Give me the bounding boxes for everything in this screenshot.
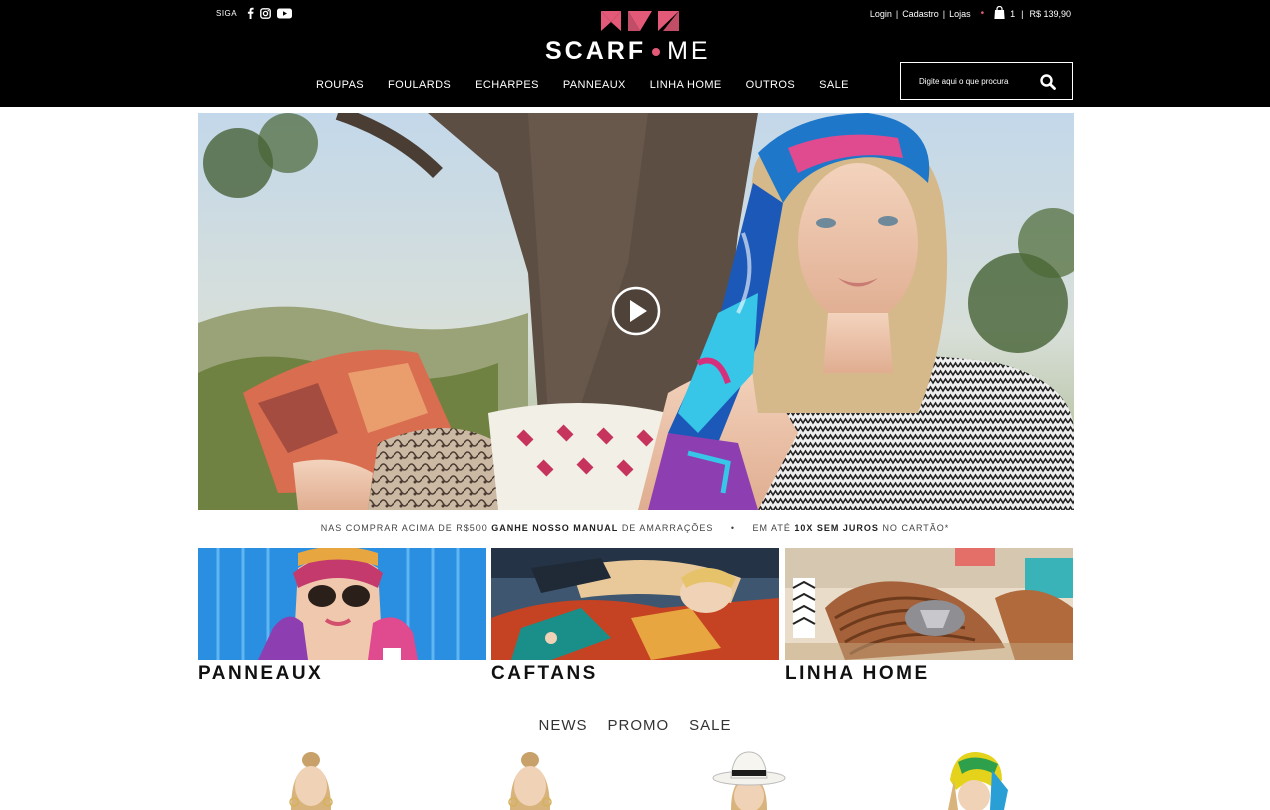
promo-text: NO CARTÃO* [882,523,950,533]
login-link[interactable]: Login [870,9,892,19]
hero-banner[interactable] [198,113,1074,510]
instagram-icon[interactable] [260,7,272,19]
nav-item-echarpes[interactable]: ECHARPES [463,79,551,91]
tab-promo[interactable]: PROMO [607,717,669,734]
category-caftans[interactable]: CAFTANS [491,548,779,685]
cart-button[interactable]: 1 | R$ 139,90 [994,5,1071,21]
signup-link[interactable]: Cadastro [902,9,939,19]
product-image [948,752,1008,810]
product-card[interactable] [924,750,1020,810]
logo-wordmark: SCARF ME [545,37,727,66]
site-header: SIGA Login | Cadastro | Lojas • 1 | R$ 1… [0,0,1270,107]
main-nav: ROUPAS FOULARDS ECHARPES PANNEAUX LINHA … [304,79,861,91]
shopping-bag-icon [994,5,1005,21]
promo-text: NAS COMPRAR ACIMA DE R$500 [320,523,488,533]
category-image[interactable] [785,548,1073,660]
promo-text: EM ATÉ [752,523,791,533]
category-title[interactable]: LINHA HOME [785,663,1073,685]
social-follow: SIGA [216,7,293,19]
tab-news[interactable]: NEWS [538,717,587,734]
nav-item-sale[interactable]: SALE [807,79,861,91]
follow-label: SIGA [216,8,238,18]
logo-primary: SCARF [545,37,647,65]
product-tabs: NEWS PROMO SALE [0,717,1270,734]
search-input[interactable] [901,76,1033,86]
search-box [900,62,1073,100]
category-image[interactable] [198,548,486,660]
promo-highlight: GANHE NOSSO MANUAL [491,523,619,533]
play-video-button[interactable] [611,286,661,336]
category-linha-home[interactable]: LINHA HOME [785,548,1073,685]
stores-link[interactable]: Lojas [949,9,971,19]
promo-strip: NAS COMPRAR ACIMA DE R$500 GANHE NOSSO M… [0,523,1270,533]
search-icon[interactable] [1039,73,1057,91]
account-bar: Login | Cadastro | Lojas • 1 | R$ 139,90 [870,5,1071,21]
product-image [508,752,552,810]
separator: | [895,8,899,19]
nav-item-panneaux[interactable]: PANNEAUX [551,79,638,91]
site-logo[interactable]: SCARF ME [545,10,727,66]
category-image[interactable] [491,548,779,660]
logo-dot [652,47,661,56]
promo-bullet: • [730,523,736,533]
product-card[interactable] [701,750,797,810]
accent-dot: • [980,8,985,19]
product-card[interactable] [263,750,359,810]
cart-total: R$ 139,90 [1029,8,1071,19]
cart-count: 1 [1010,8,1016,19]
logo-mark-icon [601,11,679,31]
promo-text: DE AMARRAÇÕES [621,523,714,533]
product-card[interactable] [482,750,578,810]
product-image [289,752,333,810]
logo-secondary: ME [667,37,711,65]
nav-item-roupas[interactable]: ROUPAS [304,79,376,91]
tab-sale[interactable]: SALE [689,717,731,734]
promo-highlight: 10X SEM JUROS [794,523,879,533]
category-title[interactable]: CAFTANS [491,663,779,685]
youtube-icon[interactable] [277,8,293,19]
separator: | [942,8,946,19]
product-image [712,751,786,810]
separator: | [1021,8,1024,19]
category-panneaux[interactable]: PANNEAUX [198,548,486,685]
nav-item-linha-home[interactable]: LINHA HOME [638,79,734,91]
play-icon [611,286,661,336]
nav-item-outros[interactable]: OUTROS [734,79,807,91]
category-title[interactable]: PANNEAUX [198,663,486,685]
facebook-icon[interactable] [247,7,254,19]
nav-item-foulards[interactable]: FOULARDS [376,79,463,91]
